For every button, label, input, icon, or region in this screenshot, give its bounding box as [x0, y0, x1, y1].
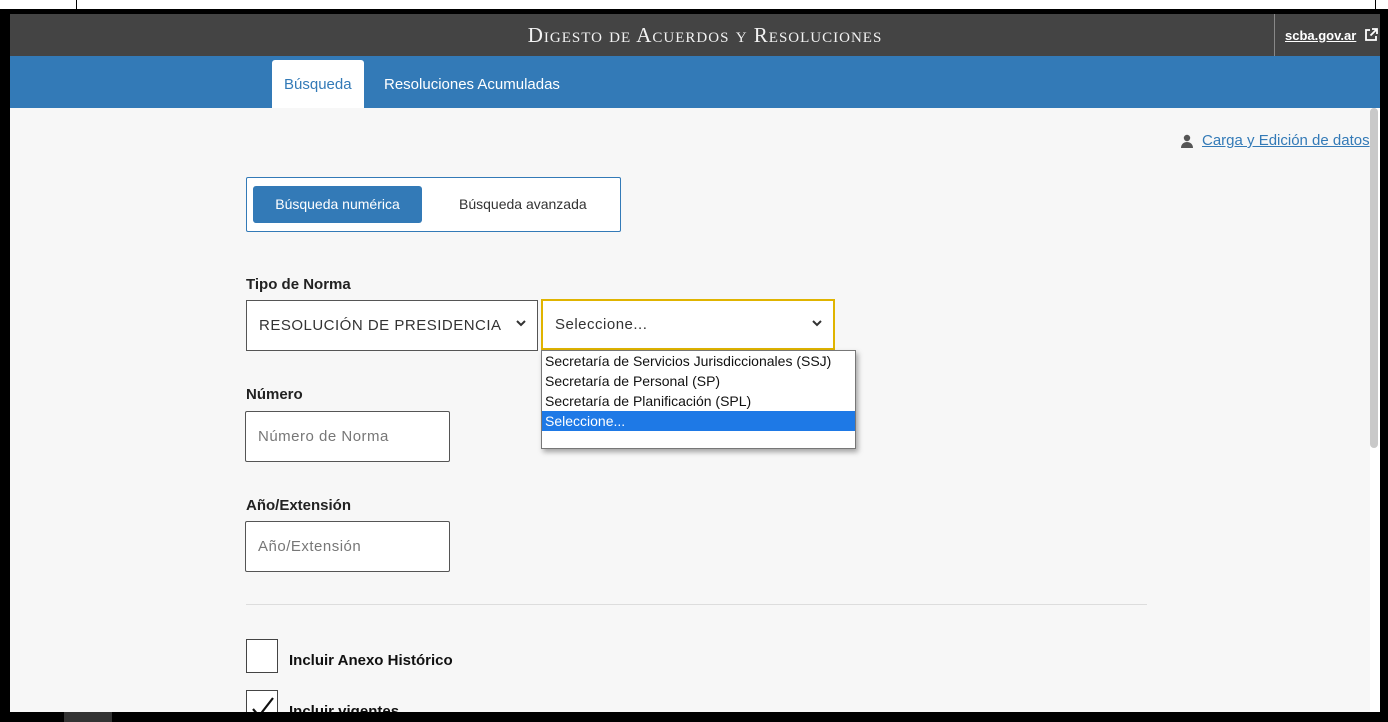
anio-label: Año/Extensión — [246, 497, 352, 514]
advanced-search-button[interactable]: Búsqueda avanzada — [445, 186, 601, 223]
site-title: Digesto de Acuerdos y Resoluciones — [527, 23, 883, 47]
external-site-link[interactable]: scba.gov.ar — [1274, 14, 1379, 56]
user-icon — [1181, 134, 1193, 148]
chevron-down-icon — [516, 320, 526, 327]
anexo-checkbox[interactable] — [246, 639, 278, 673]
dropdown-option[interactable]: Secretaría de Servicios Jurisdiccionales… — [542, 351, 855, 371]
secretaria-dropdown-list: Secretaría de Servicios Jurisdiccionales… — [541, 350, 856, 449]
dropdown-option-selected[interactable]: Seleccione... — [542, 411, 855, 431]
external-link-icon — [1365, 28, 1379, 41]
tab-busqueda[interactable]: Búsqueda — [272, 60, 364, 108]
window-top-strip — [76, 0, 1376, 9]
numero-label: Número — [246, 386, 303, 403]
tipo-norma-label: Tipo de Norma — [246, 276, 351, 293]
dropdown-option[interactable]: Secretaría de Personal (SP) — [542, 371, 855, 391]
screen-border-right — [1380, 9, 1388, 722]
main-nav: Búsqueda Resoluciones Acumuladas — [10, 56, 1380, 108]
anexo-label: Incluir Anexo Histórico — [289, 652, 453, 669]
taskbar-item[interactable] — [64, 712, 112, 722]
user-edit-link[interactable]: Carga y Edición de datos — [1180, 132, 1370, 149]
search-mode-toggle: Búsqueda numérica Búsqueda avanzada — [246, 177, 621, 232]
secretaria-select[interactable]: Seleccione... — [541, 299, 835, 350]
anio-input[interactable] — [246, 522, 449, 571]
user-edit-label[interactable]: Carga y Edición de datos — [1202, 132, 1370, 149]
chevron-down-icon — [812, 320, 822, 327]
tab-resoluciones-acumuladas[interactable]: Resoluciones Acumuladas — [372, 60, 572, 108]
external-link-label: scba.gov.ar — [1285, 27, 1357, 43]
form-divider — [246, 604, 1147, 605]
page-scrollbar[interactable] — [1370, 108, 1378, 448]
tipo-norma-value: RESOLUCIÓN DE PRESIDENCIA — [259, 317, 502, 334]
numero-input[interactable] — [246, 412, 449, 461]
site-header: Digesto de Acuerdos y Resoluciones scba.… — [10, 14, 1380, 56]
secretaria-value: Seleccione... — [555, 316, 648, 333]
screen-border-bottom — [0, 712, 1388, 722]
window-edge-left — [76, 0, 77, 9]
numeric-search-button[interactable]: Búsqueda numérica — [253, 186, 422, 223]
screen-border-left — [0, 9, 10, 722]
window-edge-right — [1375, 0, 1376, 9]
numero-field[interactable] — [245, 411, 450, 462]
screen-border-top — [0, 9, 1388, 14]
tipo-norma-select[interactable]: RESOLUCIÓN DE PRESIDENCIA — [246, 300, 538, 351]
anio-field[interactable] — [245, 521, 450, 572]
dropdown-option[interactable]: Secretaría de Planificación (SPL) — [542, 391, 855, 411]
